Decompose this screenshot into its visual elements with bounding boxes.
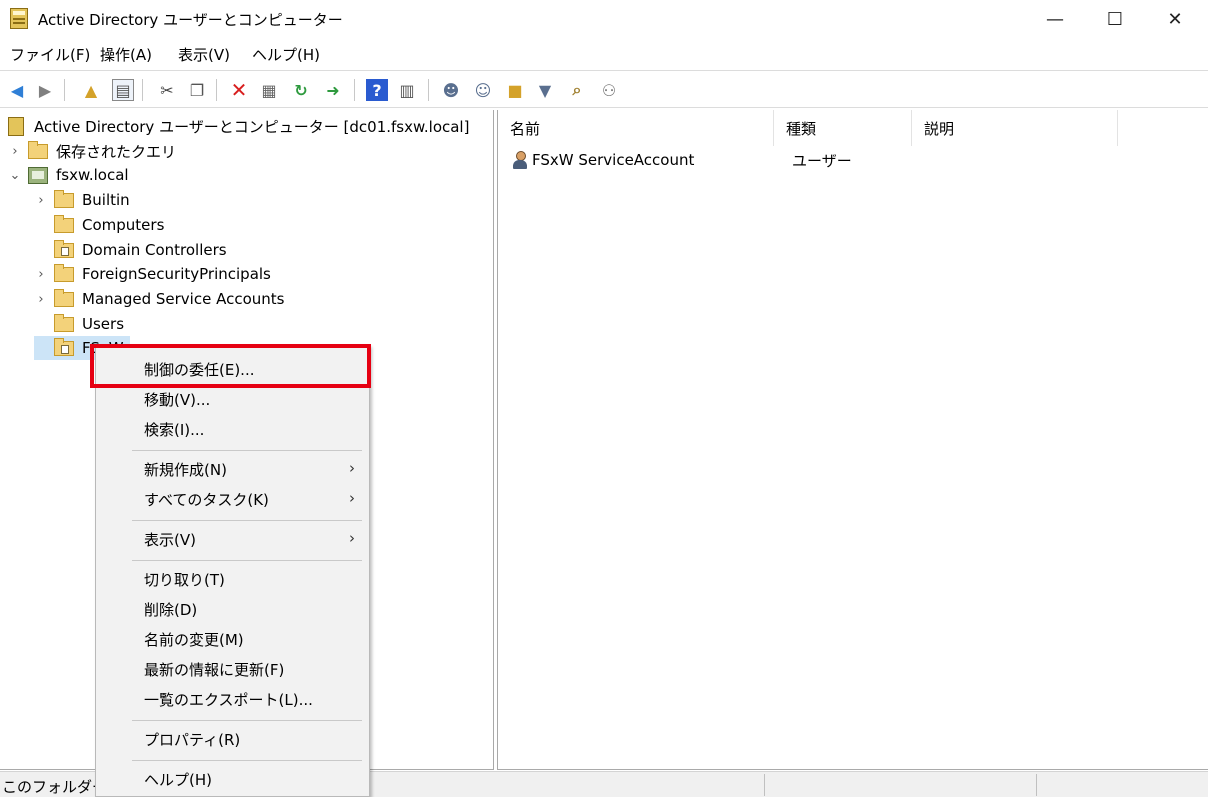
menu-separator [132, 720, 362, 721]
tree-item-computers[interactable]: Computers [34, 213, 164, 237]
folder-icon [54, 189, 74, 208]
chevron-right-icon: › [349, 529, 355, 547]
menu-item-rename[interactable]: 名前の変更(M) [96, 624, 369, 654]
tree-item-foreign-security-principals[interactable]: › ForeignSecurityPrincipals [34, 262, 271, 286]
help-icon[interactable]: ? [366, 79, 388, 101]
menu-item-move[interactable]: 移動(V)... [96, 384, 369, 414]
cut-icon[interactable]: ✂ [156, 79, 178, 101]
folder-icon [54, 288, 74, 307]
chevron-right-icon: › [349, 489, 355, 507]
properties-icon[interactable]: ▦ [258, 79, 280, 101]
menu-item-view[interactable]: 表示(V) › [96, 524, 369, 554]
new-user-icon[interactable]: ☻ [440, 79, 462, 101]
column-header-description[interactable]: 説明 [912, 110, 1118, 146]
refresh-icon[interactable]: ↻ [290, 79, 312, 101]
copy-icon[interactable]: ❐ [186, 79, 208, 101]
new-group-icon[interactable]: ☺ [472, 79, 494, 101]
tree-item-users[interactable]: Users [34, 312, 124, 336]
action-pane-icon[interactable]: ▥ [396, 79, 418, 101]
menu-item-help[interactable]: ヘルプ(H) [96, 764, 369, 794]
maximize-button[interactable]: ☐ [1086, 0, 1144, 38]
folder-icon [54, 263, 74, 282]
folder-icon [54, 313, 74, 332]
menu-item-delete[interactable]: 削除(D) [96, 594, 369, 624]
menu-item-properties[interactable]: プロパティ(R) [96, 724, 369, 754]
list-pane: 名前 種類 説明 FSxW ServiceAccount ユーザー [497, 110, 1208, 770]
menu-item-find[interactable]: 検索(I)... [96, 414, 369, 444]
chevron-down-icon[interactable]: ⌄ [8, 168, 22, 183]
menu-separator [132, 760, 362, 761]
context-menu: 制御の委任(E)... 移動(V)... 検索(I)... 新規作成(N) › す… [95, 345, 370, 797]
toolbar-separator [64, 79, 65, 101]
ou-folder-icon [54, 337, 74, 356]
up-folder-icon[interactable]: ▲ [80, 79, 102, 101]
find-icon[interactable]: ⌕ [566, 79, 588, 101]
status-separator [764, 774, 765, 796]
column-header-name[interactable]: 名前 [498, 110, 774, 146]
close-button[interactable]: ✕ [1146, 0, 1204, 38]
ad-root-icon [8, 116, 24, 136]
show-hide-tree-icon[interactable]: ▤ [112, 79, 134, 101]
menu-file[interactable]: ファイル(F) [10, 44, 90, 65]
user-icon [512, 151, 528, 169]
chevron-right-icon[interactable]: › [8, 144, 22, 159]
menu-separator [132, 450, 362, 451]
menu-separator [132, 520, 362, 521]
tree-item-managed-service-accounts[interactable]: › Managed Service Accounts [34, 287, 284, 311]
highlight-box [90, 344, 371, 388]
toolbar-separator [216, 79, 217, 101]
filter-icon[interactable]: ▼ [534, 79, 556, 101]
title-bar: Active Directory ユーザーとコンピューター — ☐ ✕ [0, 0, 1208, 38]
column-header-type[interactable]: 種類 [774, 110, 912, 146]
list-item[interactable]: FSxW ServiceAccount ユーザー [498, 148, 926, 172]
menu-item-export-list[interactable]: 一覧のエクスポート(L)... [96, 684, 369, 714]
folder-icon [54, 214, 74, 233]
menu-item-new[interactable]: 新規作成(N) › [96, 454, 369, 484]
export-list-icon[interactable]: ➜ [322, 79, 344, 101]
chevron-right-icon[interactable]: › [34, 193, 48, 208]
menu-bar: ファイル(F) 操作(A) 表示(V) ヘルプ(H) [0, 40, 1208, 68]
toolbar-separator [142, 79, 143, 101]
toolbar: ◀ ▶ ▲ ▤ ✂ ❐ ✕ ▦ ↻ ➜ ? ▥ ☻ ☺ ■ ▼ ⌕ ⚇ [0, 70, 1208, 108]
tree-item-builtin[interactable]: › Builtin [34, 188, 130, 212]
forward-arrow-icon[interactable]: ▶ [34, 79, 56, 101]
tree-item-saved-queries[interactable]: › 保存されたクエリ [8, 139, 176, 163]
status-separator [1036, 774, 1037, 796]
menu-item-cut[interactable]: 切り取り(T) [96, 564, 369, 594]
tree-item-domain-controllers[interactable]: Domain Controllers [34, 238, 227, 262]
menu-separator [132, 560, 362, 561]
new-ou-icon[interactable]: ■ [504, 79, 526, 101]
chevron-right-icon[interactable]: › [34, 292, 48, 307]
menu-action[interactable]: 操作(A) [100, 44, 152, 65]
toolbar-separator [354, 79, 355, 101]
chevron-right-icon: › [349, 459, 355, 477]
window-title: Active Directory ユーザーとコンピューター [38, 11, 343, 29]
menu-help[interactable]: ヘルプ(H) [252, 44, 320, 65]
ou-folder-icon [54, 239, 74, 258]
tree-item-domain[interactable]: ⌄ fsxw.local [8, 163, 129, 187]
toolbar-separator [428, 79, 429, 101]
delete-icon[interactable]: ✕ [228, 78, 250, 102]
menu-view[interactable]: 表示(V) [178, 44, 230, 65]
tree-item-root[interactable]: Active Directory ユーザーとコンピューター [dc01.fsxw… [8, 114, 469, 138]
chevron-right-icon[interactable]: › [34, 267, 48, 282]
domain-icon [28, 166, 48, 184]
menu-item-all-tasks[interactable]: すべてのタスク(K) › [96, 484, 369, 514]
menu-item-refresh[interactable]: 最新の情報に更新(F) [96, 654, 369, 684]
minimize-button[interactable]: — [1026, 0, 1084, 38]
ad-app-icon [10, 8, 28, 29]
add-to-group-icon[interactable]: ⚇ [598, 79, 620, 101]
back-arrow-icon[interactable]: ◀ [6, 79, 28, 101]
folder-icon [28, 140, 48, 159]
